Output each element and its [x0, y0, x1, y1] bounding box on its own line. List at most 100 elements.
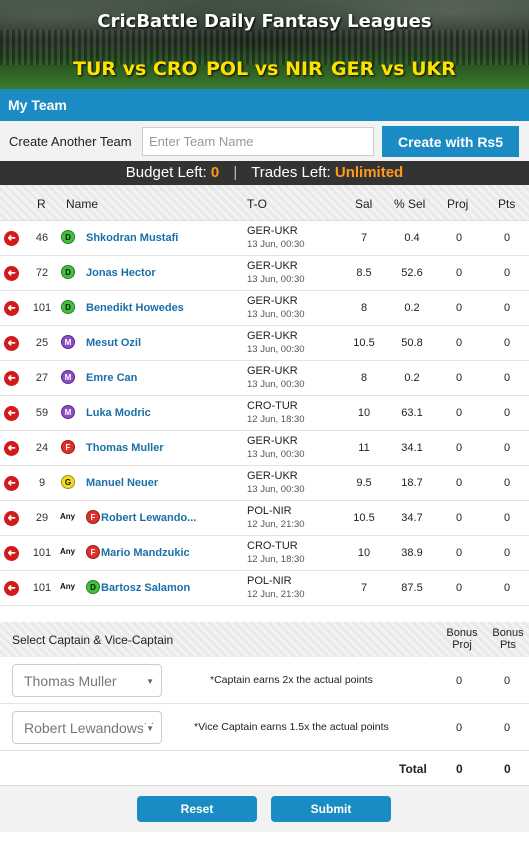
- vice-captain-select-value: Robert Lewandowski: [24, 720, 154, 736]
- table-row: ➜ 101 Any D Bartosz Salamon POL-NIR 12 Jun, 21…: [0, 571, 529, 606]
- player-name-link[interactable]: Thomas Muller: [86, 442, 164, 454]
- player-name-link[interactable]: Shkodran Mustafi: [86, 232, 178, 244]
- player-projection: 0: [455, 407, 463, 419]
- remove-player-icon[interactable]: ➜: [4, 266, 19, 281]
- remove-player-icon[interactable]: ➜: [4, 511, 19, 526]
- player-rank: 59: [35, 407, 49, 419]
- player-selected-pct: 87.5: [401, 582, 423, 594]
- position-badge: F: [86, 510, 100, 524]
- col-projection[interactable]: Proj: [447, 197, 468, 211]
- captain-bonus-proj: 0: [455, 675, 463, 687]
- remove-player-icon[interactable]: ➜: [4, 301, 19, 316]
- position-badge: F: [86, 545, 100, 559]
- player-rank: 101: [32, 547, 52, 559]
- budget-label: Budget Left:: [125, 164, 207, 181]
- table-row: ➜ 27 M Emre Can GER-UKR 13 Jun, 00:30 8 0.2 0 0: [0, 361, 529, 396]
- reset-button[interactable]: Reset: [137, 796, 257, 822]
- players-table: ➜ 46 D Shkodran Mustafi GER-UKR 13 Jun, 00:30…: [0, 221, 529, 606]
- vice-captain-bonus-proj: 0: [455, 722, 463, 734]
- budget-value: 0: [210, 164, 220, 181]
- remove-player-icon[interactable]: ➜: [4, 581, 19, 596]
- divider: |: [233, 164, 238, 181]
- player-salary: 9.5: [356, 477, 372, 489]
- player-projection: 0: [455, 267, 463, 279]
- player-name-link[interactable]: Bartosz Salamon: [101, 582, 190, 594]
- player-projection: 0: [455, 547, 463, 559]
- position-badge: M: [61, 335, 75, 349]
- player-salary: 7: [360, 232, 368, 244]
- remove-player-icon[interactable]: ➜: [4, 336, 19, 351]
- player-match-time: 13 Jun, 00:30: [247, 379, 305, 390]
- trades-value: Unlimited: [334, 164, 404, 181]
- player-salary: 7: [360, 582, 368, 594]
- player-rank: 25: [35, 337, 49, 349]
- vice-captain-note: *Vice Captain earns 1.5x the actual poin…: [194, 721, 389, 733]
- match-link[interactable]: TUR vs CRO: [73, 58, 198, 80]
- chevron-down-icon: ▼: [146, 677, 154, 686]
- match-link[interactable]: GER vs UKR: [331, 58, 456, 80]
- submit-button[interactable]: Submit: [271, 796, 391, 822]
- team-name-input[interactable]: [142, 127, 374, 156]
- remove-player-icon[interactable]: ➜: [4, 476, 19, 491]
- table-row: ➜ 46 D Shkodran Mustafi GER-UKR 13 Jun, 00:30…: [0, 221, 529, 256]
- remove-player-icon[interactable]: ➜: [4, 371, 19, 386]
- create-team-button[interactable]: Create with Rs5: [382, 126, 519, 157]
- remove-player-icon[interactable]: ➜: [4, 406, 19, 421]
- position-badge: D: [61, 300, 75, 314]
- col-selected[interactable]: % Sel: [394, 197, 425, 211]
- player-name-link[interactable]: Emre Can: [86, 372, 137, 384]
- player-match-time: 13 Jun, 00:30: [247, 274, 305, 285]
- captain-bonus-pts: 0: [503, 675, 511, 687]
- player-name-link[interactable]: Manuel Neuer: [86, 477, 158, 489]
- player-salary: 10.5: [353, 512, 375, 524]
- col-points[interactable]: Pts: [498, 197, 515, 211]
- position-badge: D: [61, 265, 75, 279]
- player-match: CRO-TUR: [247, 540, 298, 552]
- col-team-opponent[interactable]: T-O: [247, 197, 267, 211]
- player-projection: 0: [455, 512, 463, 524]
- player-selected-pct: 63.1: [401, 407, 423, 419]
- any-position-label: Any: [60, 582, 76, 591]
- player-points: 0: [503, 232, 511, 244]
- player-match-time: 13 Jun, 00:30: [247, 239, 305, 250]
- col-salary[interactable]: Sal: [355, 197, 372, 211]
- chevron-down-icon: ▼: [143, 724, 154, 733]
- player-match: GER-UKR: [247, 295, 298, 307]
- player-name-link[interactable]: Robert Lewando...: [101, 512, 196, 524]
- remove-player-icon[interactable]: ➜: [4, 546, 19, 561]
- player-match: GER-UKR: [247, 365, 298, 377]
- player-name-link[interactable]: Mario Mandzukic: [101, 547, 190, 559]
- create-team-label: Create Another Team: [9, 134, 132, 149]
- captain-select-value: Thomas Muller: [24, 673, 117, 689]
- player-points: 0: [503, 582, 511, 594]
- player-selected-pct: 38.9: [401, 547, 423, 559]
- trades-label: Trades Left:: [251, 164, 331, 181]
- player-name-link[interactable]: Mesut Ozil: [86, 337, 141, 349]
- budget-bar: Budget Left: 0 | Trades Left: Unlimited: [0, 161, 529, 185]
- col-name[interactable]: Name: [66, 197, 98, 211]
- table-row: ➜ 101 Any F Mario Mandzukic CRO-TUR 12 Jun, 18…: [0, 536, 529, 571]
- player-projection: 0: [455, 372, 463, 384]
- table-header: R Name T-O Sal % Sel Proj Pts: [0, 185, 529, 221]
- player-salary: 10: [357, 407, 371, 419]
- player-salary: 8: [360, 302, 368, 314]
- table-row: ➜ 24 F Thomas Muller GER-UKR 13 Jun, 00:30 11 3…: [0, 431, 529, 466]
- remove-player-icon[interactable]: ➜: [4, 231, 19, 246]
- player-projection: 0: [455, 232, 463, 244]
- player-match: POL-NIR: [247, 575, 292, 587]
- player-name-link[interactable]: Luka Modric: [86, 407, 151, 419]
- total-pts: 0: [504, 762, 511, 776]
- match-list: TUR vs CRO POL vs NIR GER vs UKR: [0, 58, 529, 84]
- captain-select[interactable]: Thomas Muller ▼: [12, 664, 162, 697]
- player-projection: 0: [455, 302, 463, 314]
- player-match-time: 13 Jun, 00:30: [247, 484, 305, 495]
- player-name-link[interactable]: Jonas Hector: [86, 267, 156, 279]
- table-row: ➜ 59 M Luka Modric CRO-TUR 12 Jun, 18:30 10 63.…: [0, 396, 529, 431]
- col-rank[interactable]: R: [37, 197, 46, 211]
- match-link[interactable]: POL vs NIR: [206, 58, 323, 80]
- player-rank: 24: [35, 442, 49, 454]
- captain-note: *Captain earns 2x the actual points: [210, 674, 373, 686]
- vice-captain-select[interactable]: Robert Lewandowski ▼: [12, 711, 162, 744]
- player-name-link[interactable]: Benedikt Howedes: [86, 302, 184, 314]
- remove-player-icon[interactable]: ➜: [4, 441, 19, 456]
